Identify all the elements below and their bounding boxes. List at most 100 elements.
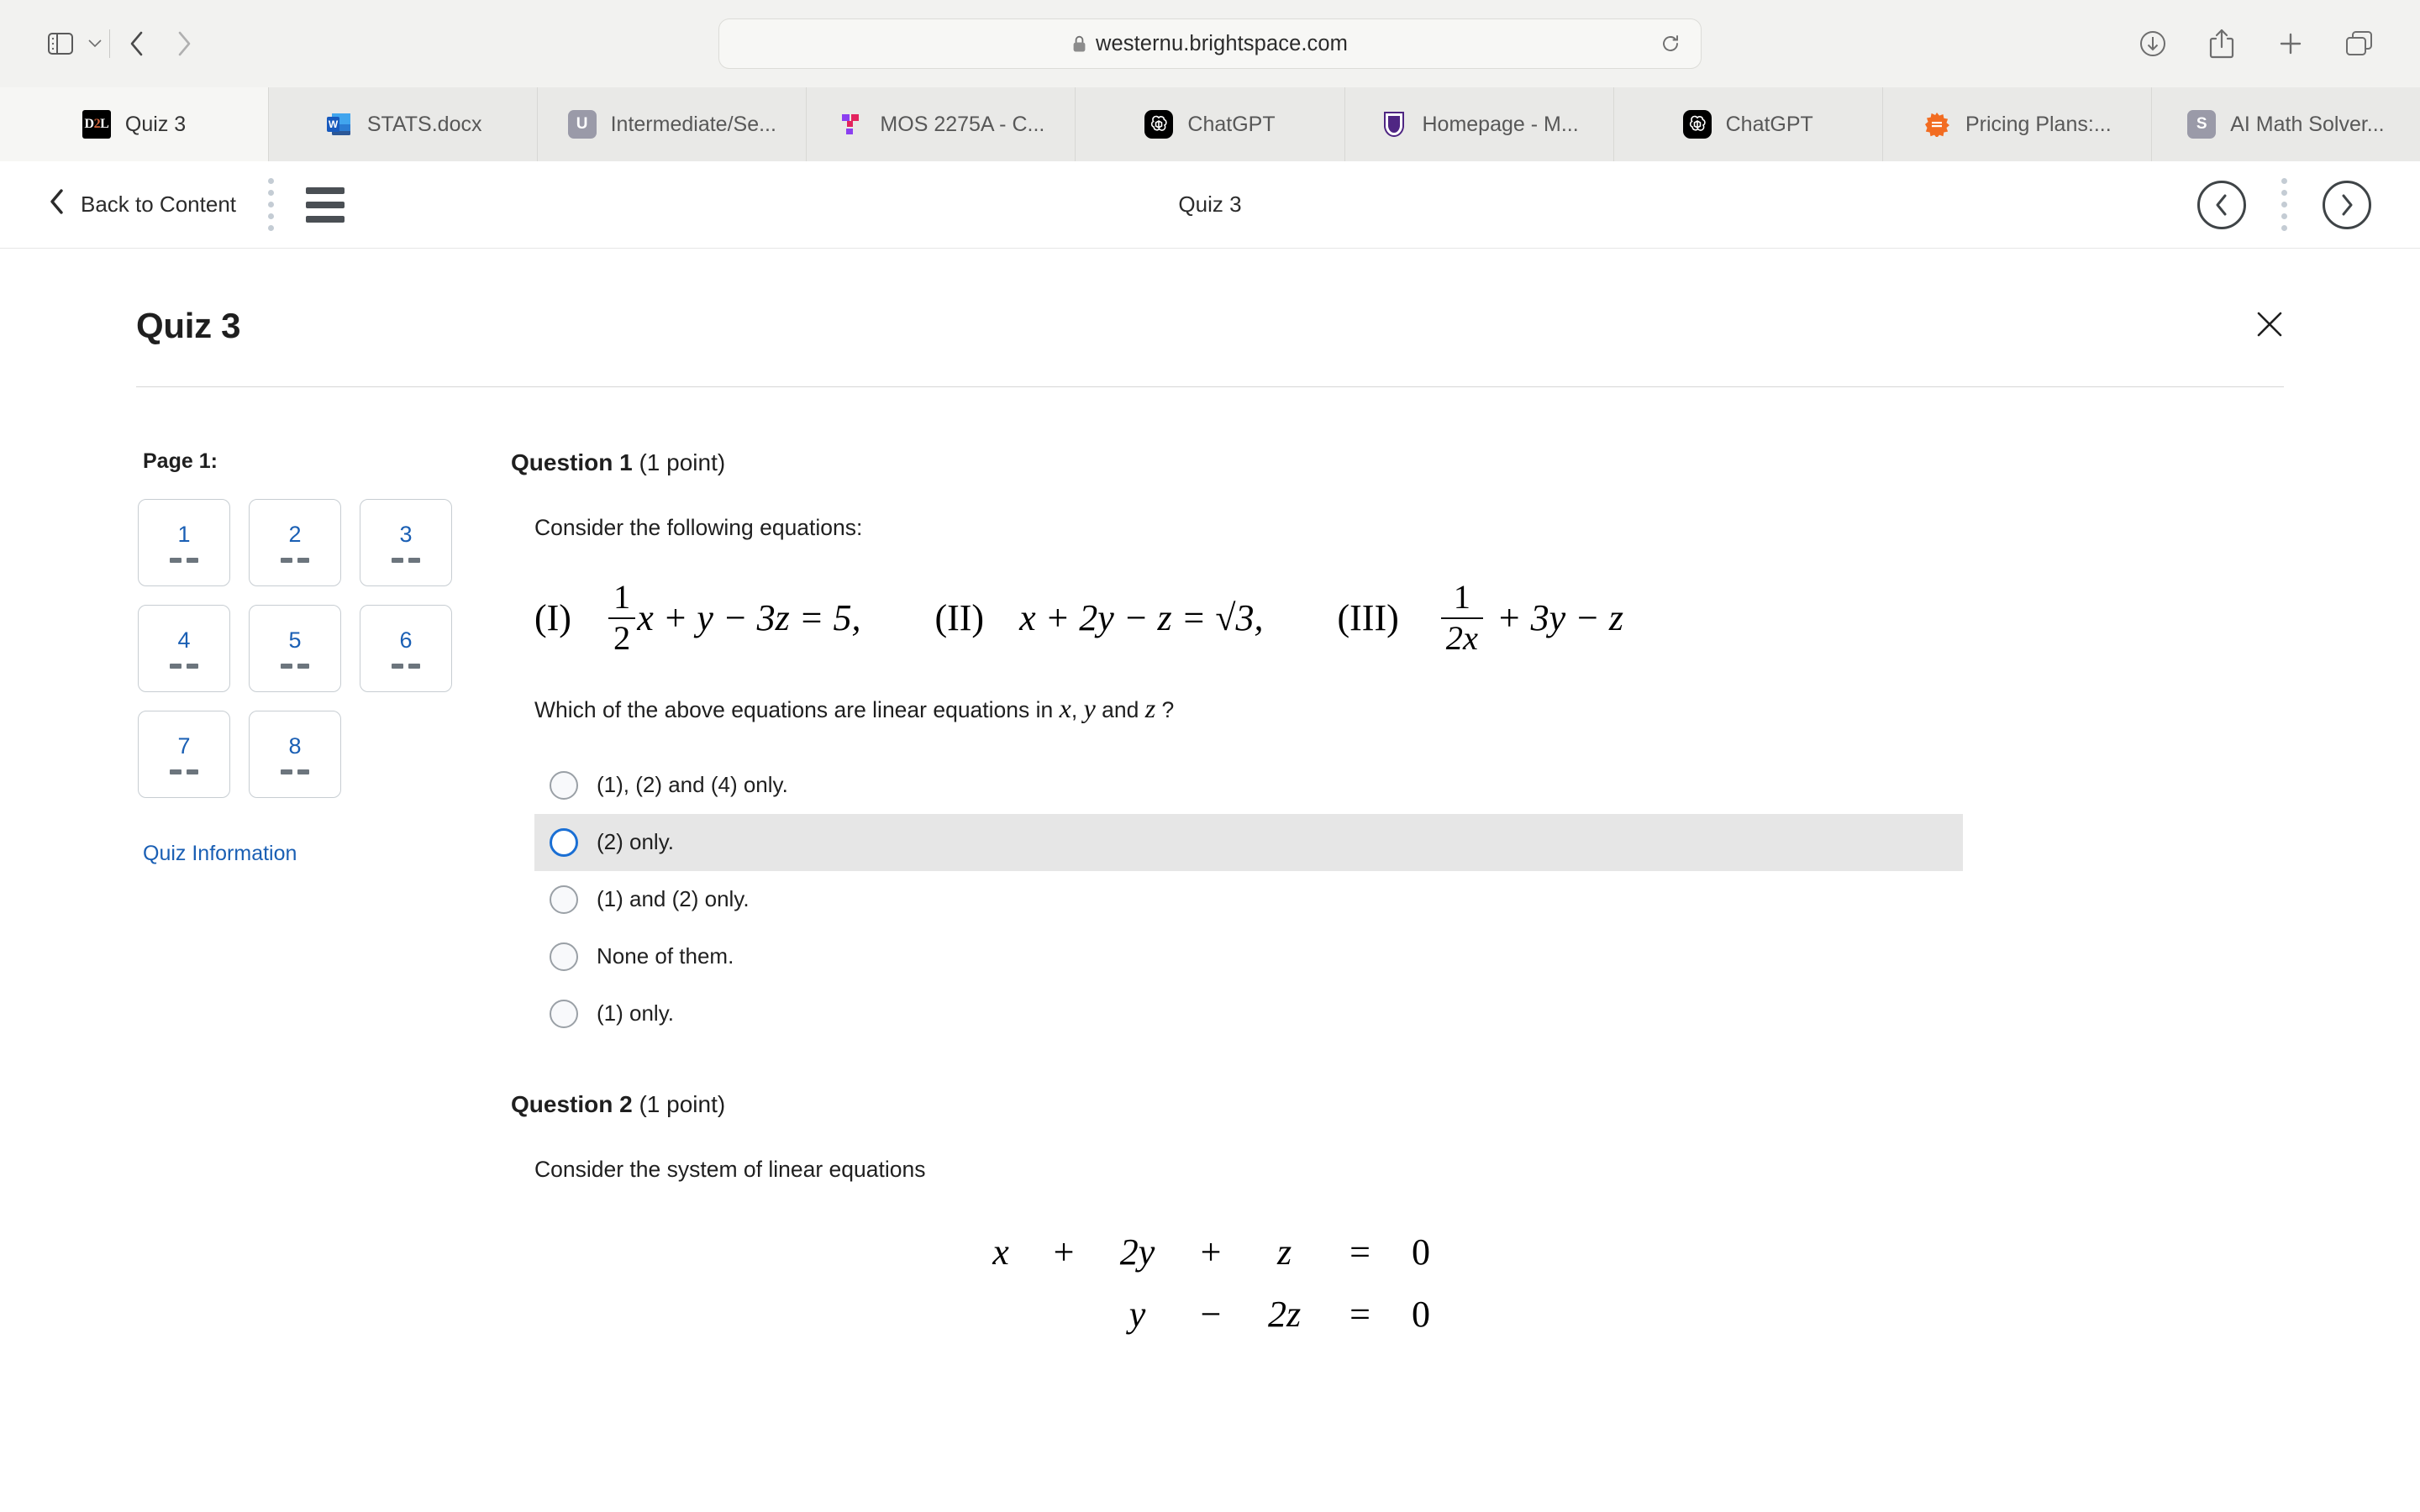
- question-1-text: Which of the above equations are linear …: [534, 689, 2284, 727]
- right-hand-side: 0: [1412, 1231, 1430, 1273]
- term-3: 2z: [1267, 1293, 1302, 1335]
- browser-tab[interactable]: ChatGPT: [1613, 87, 1883, 161]
- fraction-denominator: 2: [608, 617, 636, 655]
- url-display: westernu.brightspace.com: [1072, 32, 1348, 56]
- hamburger-icon[interactable]: [306, 186, 345, 223]
- option-row[interactable]: (1), (2) and (4) only.: [534, 757, 1963, 814]
- forward-arrow-icon[interactable]: [160, 20, 208, 67]
- variable-z: z: [1144, 693, 1156, 724]
- browser-tab[interactable]: Pricing Plans:...: [1882, 87, 2152, 161]
- chatgpt-icon: [1682, 110, 1712, 139]
- quiz-navbar: Back to Content Quiz 3: [0, 161, 2420, 249]
- question-1-points: (1 point): [639, 449, 726, 475]
- d2l-icon: D2L: [82, 110, 111, 139]
- reload-icon[interactable]: [1654, 27, 1687, 60]
- radio-button[interactable]: [550, 999, 578, 1028]
- chevron-left-circle-icon[interactable]: [2197, 180, 2246, 229]
- question-nav-item[interactable]: 7: [138, 711, 230, 798]
- address-bar[interactable]: westernu.brightspace.com: [718, 18, 1702, 69]
- option-row[interactable]: None of them.: [534, 928, 1963, 985]
- vertical-dots-icon[interactable]: [268, 178, 274, 231]
- question-2-block: Question 2 (1 point) Consider the system…: [511, 1091, 2284, 1345]
- term-2: 2y: [1119, 1231, 1155, 1273]
- option-row[interactable]: (2) only.: [534, 813, 1963, 871]
- plus-icon[interactable]: [2267, 20, 2314, 67]
- fraction-numerator: 1: [1453, 580, 1470, 617]
- question-nav-item[interactable]: 5: [249, 605, 341, 692]
- option-label: (1) only.: [597, 1000, 674, 1026]
- option-label: None of them.: [597, 943, 734, 969]
- question-nav-number: 3: [399, 521, 413, 547]
- question-nav-item[interactable]: 8: [249, 711, 341, 798]
- fraction: 1 2: [608, 580, 636, 655]
- sidebar-toggle-icon[interactable]: [37, 20, 84, 67]
- question-nav-number: 8: [288, 732, 302, 759]
- question-nav-item[interactable]: 2: [249, 499, 341, 586]
- radio-button[interactable]: [550, 885, 578, 914]
- share-icon[interactable]: [2198, 20, 2245, 67]
- lock-icon: [1072, 35, 1086, 53]
- question-nav-status-icon: [281, 769, 309, 774]
- vertical-dots-icon[interactable]: [2281, 178, 2287, 231]
- browser-tab[interactable]: U Intermediate/Se...: [538, 87, 808, 161]
- question-nav-item[interactable]: 4: [138, 605, 230, 692]
- question-1-body: Consider the following equations: (I) 1 …: [511, 512, 2284, 1042]
- equation-2: (II) x + 2y − z = √3,: [934, 596, 1263, 639]
- tab-label: Intermediate/Se...: [610, 112, 776, 136]
- quiz-information-link[interactable]: Quiz Information: [138, 842, 455, 866]
- browser-tab[interactable]: Homepage - M...: [1344, 87, 1614, 161]
- question-nav-number: 6: [399, 627, 413, 653]
- tab-label: MOS 2275A - C...: [880, 112, 1045, 136]
- equation-1: (I) 1 2 x + y − 3z = 5,: [534, 580, 860, 655]
- question-2-title: Question 2: [511, 1090, 633, 1117]
- question-nav-status-icon: [170, 663, 198, 669]
- system-equation-row: y − 2z = 0: [971, 1283, 1446, 1345]
- download-icon[interactable]: [2129, 20, 2176, 67]
- tab-label: Homepage - M...: [1422, 112, 1579, 136]
- tab-label: Pricing Plans:...: [1965, 112, 2112, 136]
- question-nav-status-icon: [392, 557, 420, 563]
- radio-button[interactable]: [550, 942, 578, 971]
- variable-y: y: [1083, 693, 1096, 724]
- tab-overview-icon[interactable]: [2336, 20, 2383, 67]
- question-navigator: Page 1: 1 2 3 4 5 6 7 8 Quiz Information: [136, 449, 455, 1345]
- word-icon: W: [324, 110, 353, 139]
- question-nav-item[interactable]: 3: [360, 499, 452, 586]
- equation-1-expression: 1 2 x + y − 3z = 5,: [607, 580, 861, 655]
- chatgpt-icon: [1144, 110, 1174, 139]
- question-panel: Question 1 (1 point) Consider the follow…: [455, 449, 2284, 1345]
- question-1-options: (1), (2) and (4) only. (2) only. (1) and…: [534, 757, 2284, 1042]
- term-3: z: [1276, 1231, 1292, 1273]
- question-nav-item[interactable]: 1: [138, 499, 230, 586]
- quiz-content: Page 1: 1 2 3 4 5 6 7 8 Quiz Information…: [136, 387, 2284, 1345]
- quiz-navbar-actions: [2197, 178, 2371, 231]
- browser-tab[interactable]: D2L Quiz 3: [0, 87, 270, 161]
- sep-1: ,: [1071, 697, 1084, 723]
- radio-button[interactable]: [550, 770, 578, 800]
- option-label: (2) only.: [597, 829, 674, 855]
- browser-tab[interactable]: ChatGPT: [1076, 87, 1345, 161]
- browser-chrome: westernu.brightspace.com D 2 L Quiz 3 W …: [0, 0, 2420, 167]
- browser-tab[interactable]: MOS 2275A - C...: [807, 87, 1076, 161]
- tab-label: STATS.docx: [366, 112, 482, 136]
- chevron-down-icon[interactable]: [84, 20, 106, 67]
- chevron-right-circle-icon[interactable]: [2323, 180, 2371, 229]
- back-to-content-label: Back to Content: [81, 192, 236, 217]
- option-row[interactable]: (1) and (2) only.: [534, 871, 1963, 928]
- back-to-content-button[interactable]: Back to Content: [49, 188, 236, 221]
- back-arrow-icon[interactable]: [113, 20, 160, 67]
- question-nav-item[interactable]: 6: [360, 605, 452, 692]
- browser-tab[interactable]: S AI Math Solver...: [2151, 87, 2420, 161]
- question-nav-number: 5: [288, 627, 302, 653]
- toolbar-divider: [109, 29, 110, 58]
- tab-label: Quiz 3: [124, 112, 187, 136]
- equation-1-rest: x + y − 3z = 5,: [637, 597, 861, 639]
- radio-button[interactable]: [550, 827, 578, 857]
- option-row[interactable]: (1) only.: [534, 985, 1963, 1042]
- question-nav-status-icon: [281, 557, 309, 563]
- close-icon[interactable]: [2255, 310, 2284, 343]
- browser-tab[interactable]: W STATS.docx: [269, 87, 539, 161]
- equation-2-expression: x + 2y − z = √3,: [1019, 597, 1264, 639]
- question-1-heading: Question 1 (1 point): [511, 449, 2284, 476]
- tab-label: ChatGPT: [1187, 112, 1276, 136]
